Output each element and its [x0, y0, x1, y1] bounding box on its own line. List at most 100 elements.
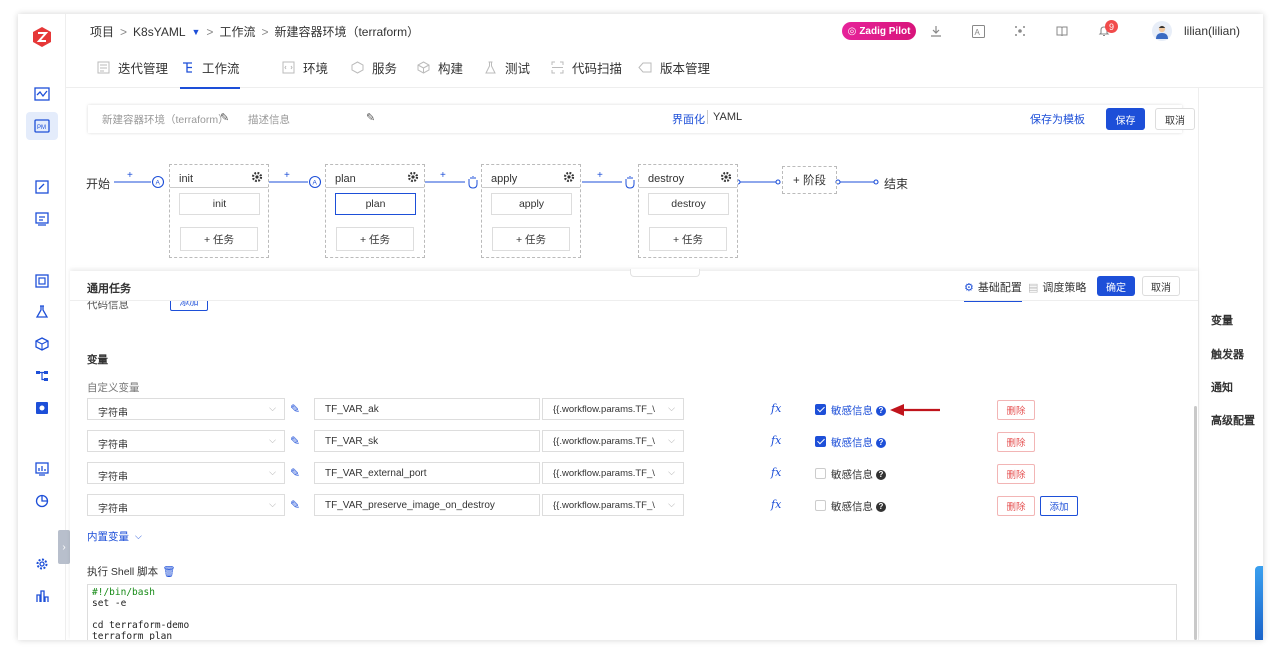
shell-script-editor[interactable]: #!/bin/bash set -e cd terraform-demo ter… — [87, 584, 1177, 640]
tab-version[interactable]: 版本管理 — [638, 46, 710, 88]
edit-pen-icon[interactable]: ✎ — [290, 402, 302, 416]
mode-yaml-toggle[interactable]: YAML — [713, 111, 742, 123]
mode-visual-toggle[interactable]: 界面化 — [672, 111, 705, 127]
cancel-button[interactable]: 取消 — [1155, 108, 1195, 130]
tab-build[interactable]: 构建 — [416, 46, 463, 88]
edit-name-icon[interactable]: ✎ — [220, 111, 229, 124]
avatar[interactable] — [1152, 21, 1172, 41]
edit-description-icon[interactable]: ✎ — [366, 111, 375, 124]
stage-destroy[interactable]: destroy destroy + 任务 — [638, 164, 738, 258]
stage-plan[interactable]: plan plan + 任务 — [325, 164, 425, 258]
edit-doc-icon[interactable] — [32, 177, 52, 197]
job-plan[interactable]: plan — [335, 193, 416, 215]
panel-resize-handle[interactable] — [630, 269, 700, 277]
fx-icon[interactable]: fx — [771, 402, 781, 415]
test-flask-icon[interactable] — [32, 302, 52, 322]
add-variable-button[interactable]: 添加 — [1040, 496, 1078, 516]
delete-variable-button[interactable]: 删除 — [997, 496, 1035, 516]
tab-workflow[interactable]: 工作流 — [180, 46, 240, 89]
tab-code-scan[interactable]: 代码扫描 — [550, 46, 622, 88]
trash-icon[interactable]: 🗑 — [162, 565, 175, 578]
delete-variable-button[interactable]: 删除 — [997, 400, 1035, 420]
add-job-button[interactable]: + 任务 — [180, 227, 258, 251]
stage-settings-gear-icon[interactable] — [407, 171, 419, 183]
side-item-advanced[interactable]: 高级配置 — [1211, 412, 1255, 428]
var-value-select[interactable]: {{.workflow.params.TF_\ ⌵ — [542, 462, 684, 484]
job-apply[interactable]: apply — [491, 193, 572, 215]
sensitive-checkbox[interactable] — [815, 468, 826, 479]
add-stage-button[interactable]: + 阶段 — [782, 166, 837, 194]
fx-icon[interactable]: fx — [771, 498, 781, 511]
side-item-notifications[interactable]: 通知 — [1211, 379, 1233, 395]
plugin-icon[interactable] — [1012, 23, 1028, 39]
gear-icon[interactable] — [32, 554, 52, 574]
var-value-select[interactable]: {{.workflow.params.TF_\ ⌵ — [542, 494, 684, 516]
stage-apply[interactable]: apply apply + 任务 — [481, 164, 581, 258]
help-icon[interactable]: ? — [876, 501, 886, 512]
add-job-button[interactable]: + 任务 — [649, 227, 727, 251]
caret-down-icon[interactable]: ▼ — [192, 27, 201, 37]
pie-chart-icon[interactable] — [32, 491, 52, 511]
stage-init[interactable]: init init + 任务 — [169, 164, 269, 258]
zadig-logo-icon[interactable] — [31, 26, 53, 48]
settings-box-icon[interactable] — [32, 398, 52, 418]
task-cancel-button[interactable]: 取消 — [1142, 276, 1180, 296]
job-init[interactable]: init — [179, 193, 260, 215]
var-value-select[interactable]: {{.workflow.params.TF_\ ⌵ — [542, 398, 684, 420]
download-icon[interactable] — [928, 23, 944, 39]
code-info-add-button[interactable]: 添加 — [170, 301, 208, 311]
ai-assistant-tab[interactable] — [1255, 566, 1263, 640]
stats-icon[interactable] — [32, 586, 52, 606]
artifact-icon[interactable] — [32, 334, 52, 354]
var-type-select[interactable]: 字符串 ⌵ — [87, 494, 285, 516]
tab-test[interactable]: 测试 — [483, 46, 530, 88]
breadcrumb-project-name[interactable]: K8sYAML — [133, 25, 185, 39]
delete-variable-button[interactable]: 删除 — [997, 432, 1035, 452]
tab-schedule-policy[interactable]: ▤ 调度策略 — [1028, 279, 1086, 295]
stage-settings-gear-icon[interactable] — [251, 171, 263, 183]
var-key-input[interactable]: TF_VAR_sk — [314, 430, 540, 452]
vertical-scrollbar[interactable] — [1194, 406, 1197, 640]
stage-settings-gear-icon[interactable] — [720, 171, 732, 183]
build-icon[interactable] — [32, 271, 52, 291]
docs-icon[interactable] — [1054, 23, 1070, 39]
stage-settings-gear-icon[interactable] — [563, 171, 575, 183]
tab-basic-config[interactable]: ⚙ 基础配置 — [964, 279, 1022, 302]
sensitive-checkbox[interactable] — [815, 500, 826, 511]
side-item-variables[interactable]: 变量 — [1211, 312, 1233, 328]
monitor-icon[interactable] — [32, 84, 52, 104]
confirm-button[interactable]: 确定 — [1097, 276, 1135, 296]
username[interactable]: lilian(lilian) — [1184, 24, 1240, 38]
side-item-triggers[interactable]: 触发器 — [1211, 346, 1244, 362]
sensitive-checkbox[interactable] — [815, 436, 826, 447]
tab-environment[interactable]: 环境 — [281, 46, 328, 88]
tab-sprint[interactable]: 迭代管理 — [96, 46, 168, 88]
zadig-pilot-button[interactable]: ◎ Zadig Pilot — [842, 22, 916, 40]
sidebar-expand-handle[interactable]: › — [58, 530, 70, 564]
var-type-select[interactable]: 字符串 ⌵ — [87, 430, 285, 452]
release-icon[interactable] — [32, 209, 52, 229]
var-key-input[interactable]: TF_VAR_ak — [314, 398, 540, 420]
workflow-icon[interactable] — [32, 366, 52, 386]
edit-pen-icon[interactable]: ✎ — [290, 498, 302, 512]
tab-service[interactable]: 服务 — [350, 46, 397, 88]
delete-variable-button[interactable]: 删除 — [997, 464, 1035, 484]
breadcrumb-project[interactable]: 项目 — [90, 23, 114, 40]
translate-icon[interactable]: A — [970, 23, 986, 39]
var-type-select[interactable]: 字符串 ⌵ — [87, 398, 285, 420]
fx-icon[interactable]: fx — [771, 434, 781, 447]
save-button[interactable]: 保存 — [1106, 108, 1145, 130]
help-icon[interactable]: ? — [876, 437, 886, 448]
edit-pen-icon[interactable]: ✎ — [290, 466, 302, 480]
sensitive-checkbox[interactable] — [815, 404, 826, 415]
var-key-input[interactable]: TF_VAR_preserve_image_on_destroy — [314, 494, 540, 516]
builtin-variables-toggle[interactable]: 内置变量 ⌵ — [87, 529, 142, 544]
edit-pen-icon[interactable]: ✎ — [290, 434, 302, 448]
add-job-button[interactable]: + 任务 — [492, 227, 570, 251]
help-icon[interactable]: ? — [876, 405, 886, 416]
dashboard-icon[interactable] — [32, 459, 52, 479]
var-key-input[interactable]: TF_VAR_external_port — [314, 462, 540, 484]
fx-icon[interactable]: fx — [771, 466, 781, 479]
breadcrumb-workflow[interactable]: 工作流 — [219, 23, 255, 40]
var-value-select[interactable]: {{.workflow.params.TF_\ ⌵ — [542, 430, 684, 452]
